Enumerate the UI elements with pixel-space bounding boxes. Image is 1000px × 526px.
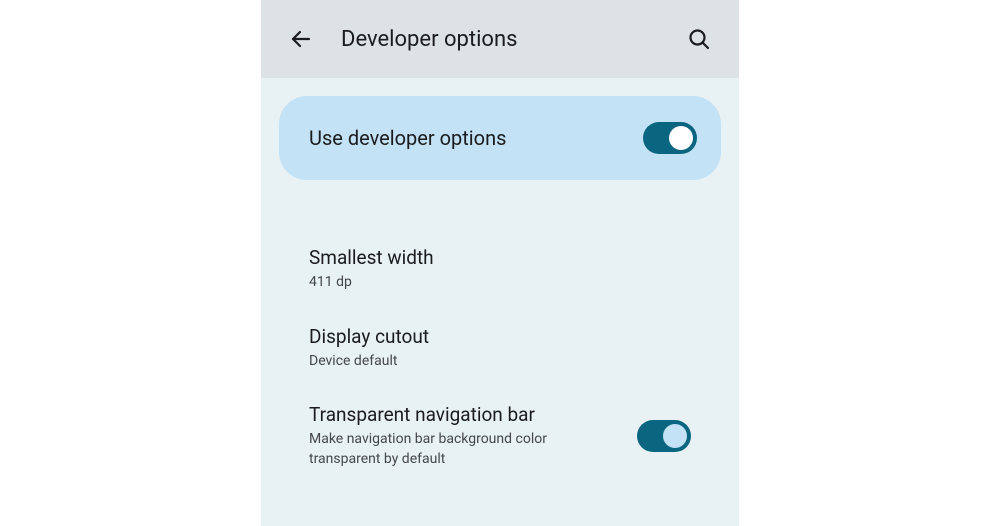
settings-screen: Developer options Use developer options … — [261, 0, 739, 526]
content-area: Use developer options Smallest width 411… — [261, 78, 739, 485]
setting-text: Display cutout Device default — [309, 325, 691, 372]
back-button[interactable] — [281, 19, 321, 59]
toggle-thumb — [663, 424, 687, 448]
setting-subtitle: Make navigation bar background color tra… — [309, 430, 621, 469]
setting-title: Display cutout — [309, 325, 675, 348]
page-title: Developer options — [341, 27, 679, 52]
settings-list: Smallest width 411 dp Display cutout Dev… — [279, 180, 721, 485]
master-toggle-card[interactable]: Use developer options — [279, 96, 721, 180]
setting-text: Smallest width 411 dp — [309, 246, 691, 293]
master-toggle-switch[interactable] — [643, 122, 697, 154]
setting-subtitle: Device default — [309, 352, 675, 372]
setting-title: Smallest width — [309, 246, 675, 269]
setting-transparent-nav-bar[interactable]: Transparent navigation bar Make navigati… — [309, 387, 691, 485]
app-bar: Developer options — [261, 0, 739, 78]
setting-smallest-width[interactable]: Smallest width 411 dp — [309, 230, 691, 309]
setting-subtitle: 411 dp — [309, 273, 675, 293]
transparent-nav-toggle[interactable] — [637, 420, 691, 452]
setting-display-cutout[interactable]: Display cutout Device default — [309, 309, 691, 388]
master-toggle-label: Use developer options — [309, 126, 506, 150]
toggle-thumb — [669, 126, 693, 150]
search-icon — [687, 27, 711, 51]
arrow-back-icon — [289, 27, 313, 51]
setting-title: Transparent navigation bar — [309, 403, 621, 426]
search-button[interactable] — [679, 19, 719, 59]
setting-text: Transparent navigation bar Make navigati… — [309, 403, 637, 469]
